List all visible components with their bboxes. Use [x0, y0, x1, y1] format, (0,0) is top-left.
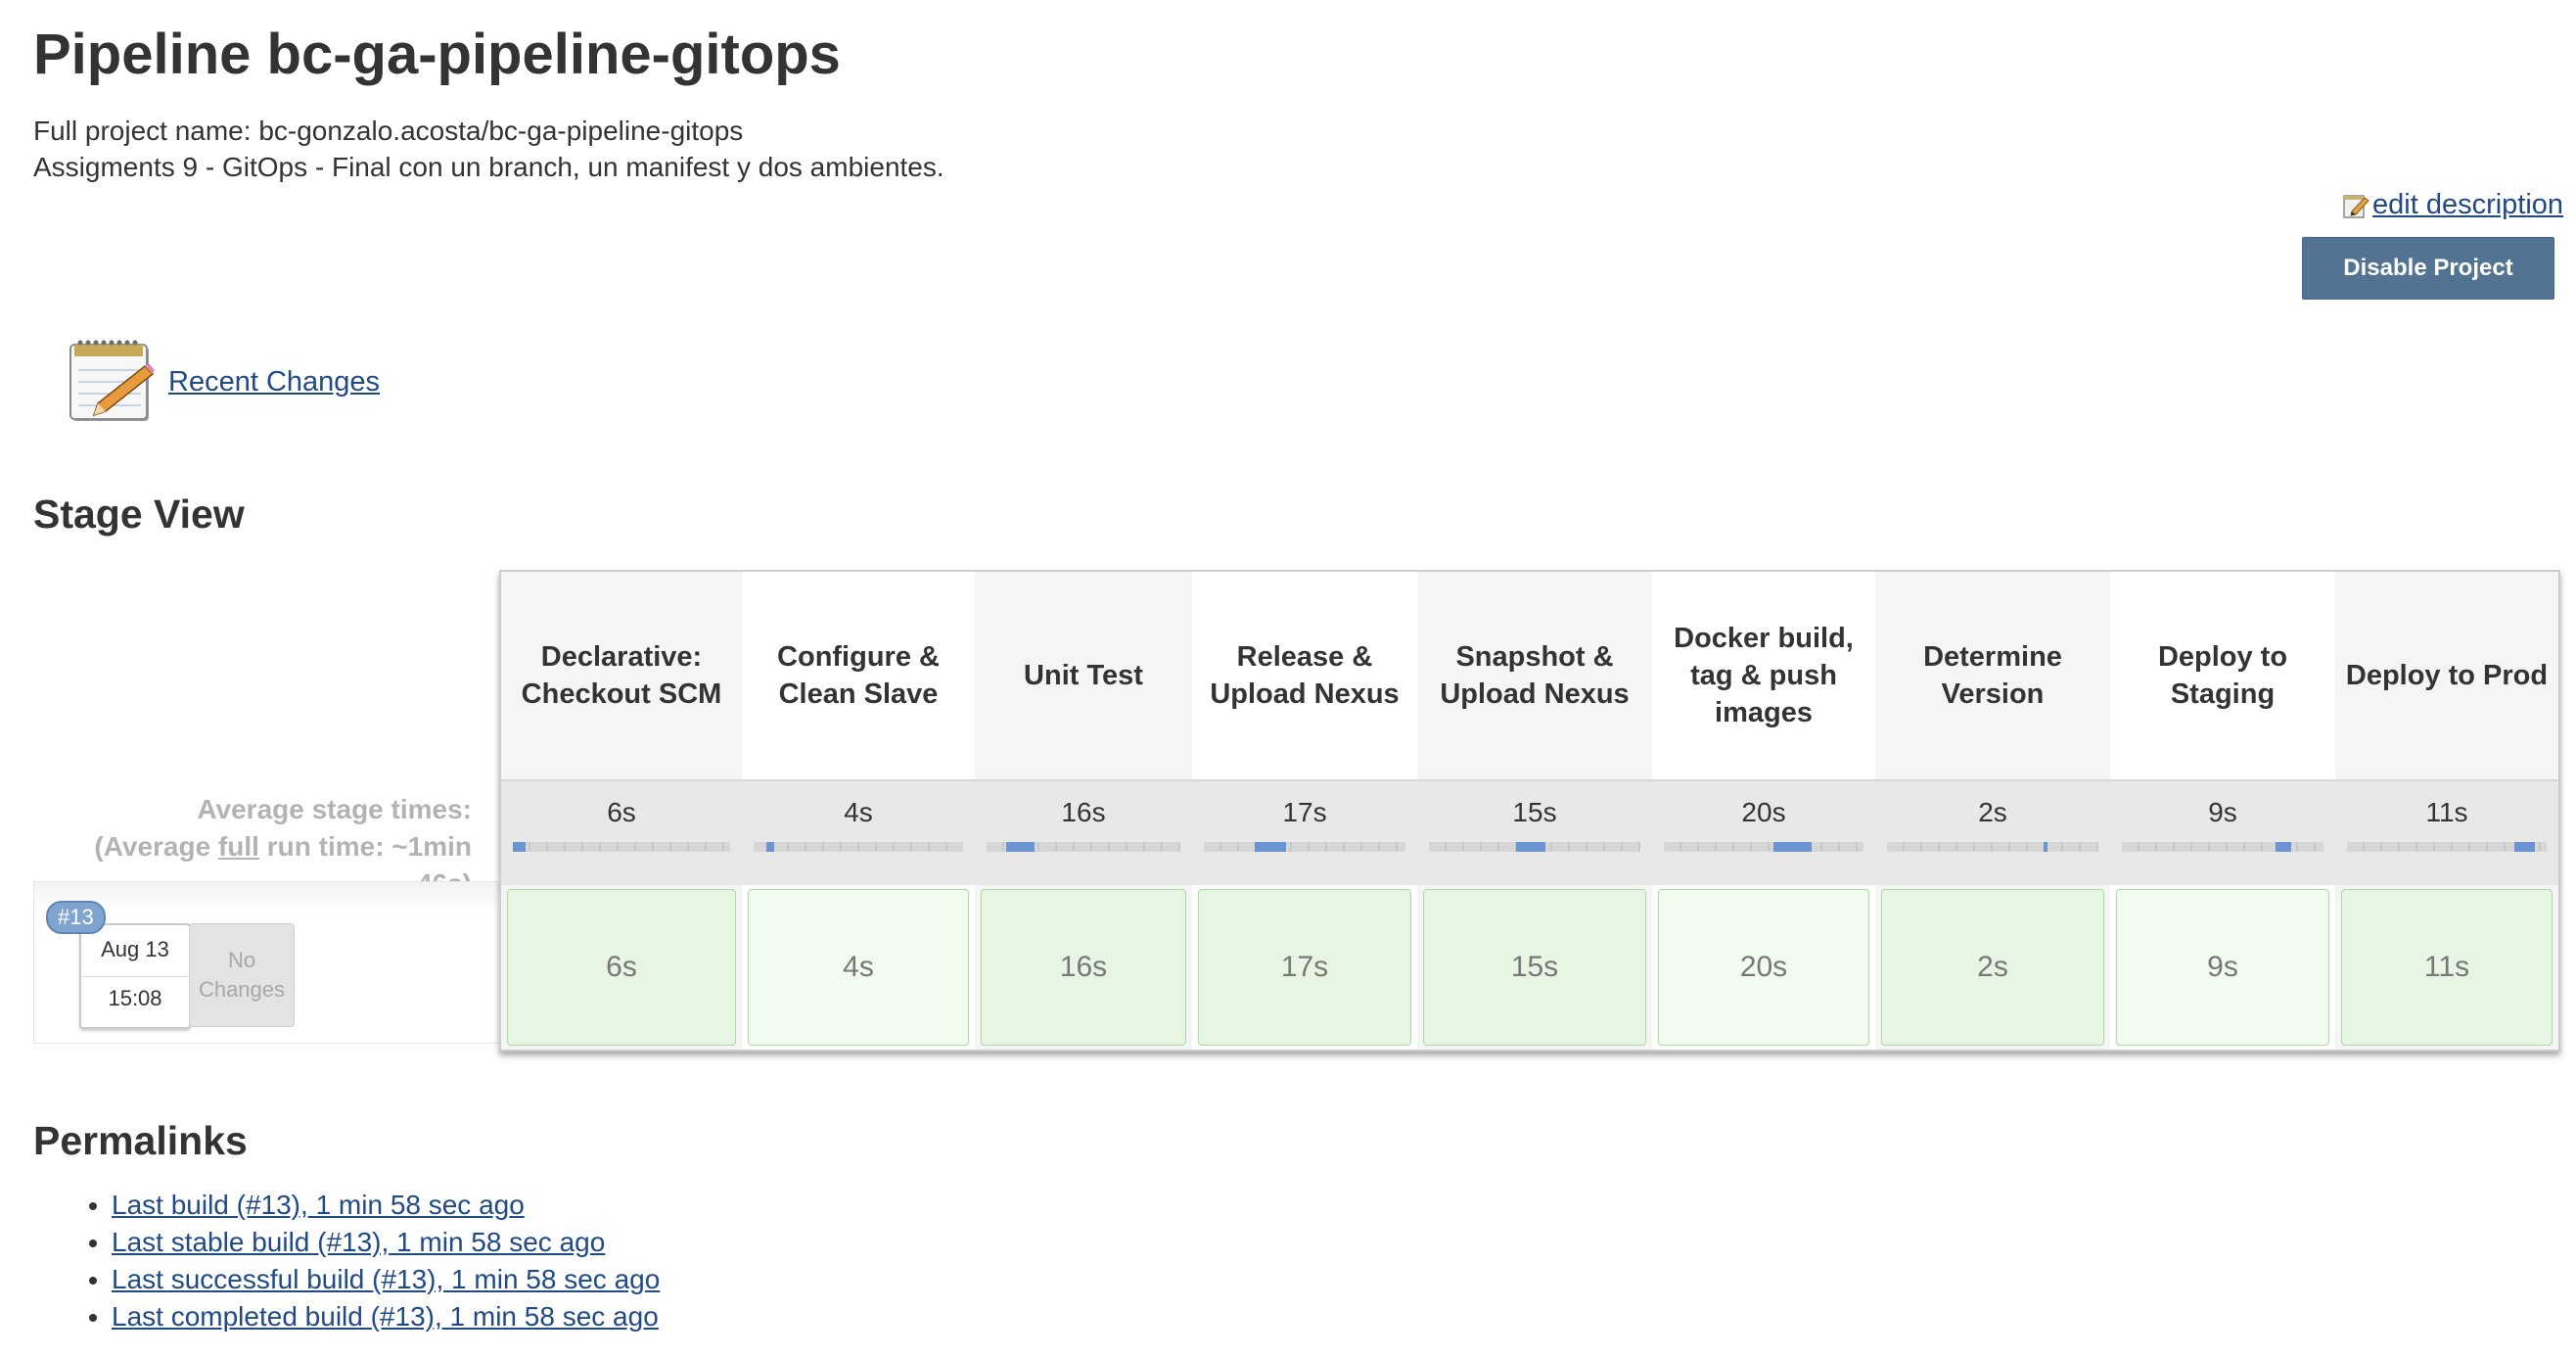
project-description: Assigments 9 - GitOps - Final con un bra…	[33, 152, 944, 182]
stage-view-title: Stage View	[33, 491, 245, 537]
stage-header: Snapshot & Upload Nexus	[1440, 641, 1630, 710]
stage-average-bar-fill	[1254, 842, 1287, 852]
stage-column: Docker build, tag & push images 20s 20s	[1652, 572, 1875, 1050]
permalink-item: Last stable build (#13), 1 min 58 sec ag…	[112, 1224, 660, 1261]
stage-average-bar	[2122, 842, 2323, 852]
stage-average-bar	[754, 842, 963, 852]
stage-average-bar	[1429, 842, 1640, 852]
stage-average-time: 4s	[844, 797, 873, 827]
permalink-item: Last build (#13), 1 min 58 sec ago	[112, 1187, 660, 1224]
stage-average-bar-fill	[765, 842, 775, 852]
stage-column: Configure & Clean Slave 4s 4s	[742, 572, 975, 1050]
recent-changes: Recent Changes	[69, 337, 380, 425]
notepad-icon	[69, 337, 157, 425]
stage-header: Release & Upload Nexus	[1210, 641, 1400, 710]
stage-header: Configure & Clean Slave	[777, 641, 940, 710]
permalinks-title: Permalinks	[33, 1118, 248, 1163]
edit-description-link[interactable]: edit description	[2343, 189, 2563, 221]
stage-average: 15s	[1417, 779, 1652, 885]
build-date: Aug 13	[101, 937, 169, 961]
stage-build-cell[interactable]: 2s	[1881, 889, 2104, 1046]
permalink-last-build[interactable]: Last build (#13), 1 min 58 sec ago	[112, 1190, 525, 1220]
stage-average-bar-fill	[2043, 842, 2048, 852]
stage-header: Unit Test	[1024, 660, 1143, 691]
stage-column: Declarative: Checkout SCM 6s 6s	[501, 572, 742, 1050]
stage-average-bar	[513, 842, 730, 852]
stage-build-cell[interactable]: 11s	[2341, 889, 2553, 1046]
stage-average: 6s	[501, 779, 742, 885]
stage-column: Determine Version 2s 2s	[1875, 572, 2110, 1050]
stage-average-time: 20s	[1741, 797, 1786, 827]
stage-average: 16s	[975, 779, 1192, 885]
stage-average-bar-fill	[1005, 842, 1035, 852]
stage-average-time: 9s	[2208, 797, 2237, 827]
average-run-time-text: run time: ~1min	[258, 831, 472, 862]
stage-average: 2s	[1875, 779, 2110, 885]
permalink-item: Last completed build (#13), 1 min 58 sec…	[112, 1298, 660, 1335]
stage-header: Determine Version	[1923, 641, 2062, 710]
average-stage-times-text: Average stage times:	[197, 794, 472, 824]
stage-header: Deploy to Prod	[2345, 660, 2549, 691]
stage-average-time: 11s	[2425, 797, 2468, 827]
stage-build-cell[interactable]: 20s	[1658, 889, 1869, 1046]
permalink-item: Last successful build (#13), 1 min 58 se…	[112, 1261, 660, 1298]
stage-average-time: 6s	[607, 797, 636, 827]
stage-average-bar-fill	[2275, 842, 2292, 852]
stage-header: Declarative: Checkout SCM	[521, 641, 722, 710]
stage-average: 4s	[742, 779, 975, 885]
recent-changes-link[interactable]: Recent Changes	[168, 366, 380, 398]
stage-table: Declarative: Checkout SCM 6s 6s Configur…	[499, 570, 2560, 1052]
build-number-badge[interactable]: #13	[46, 901, 106, 934]
stage-column: Deploy to Staging 9s 9s	[2110, 572, 2335, 1050]
stage-average-bar	[2347, 842, 2547, 852]
stage-average-bar-fill	[1515, 842, 1545, 852]
stage-build-cell[interactable]: 6s	[507, 889, 736, 1046]
stage-average-time: 2s	[1978, 797, 2007, 827]
stage-average-bar-fill	[513, 842, 527, 852]
build-date-box: Aug 13 15:08	[79, 923, 191, 1029]
stage-average-bar-fill	[1773, 842, 1812, 852]
stage-average-bar	[1887, 842, 2098, 852]
stage-average-bar-fill	[2514, 842, 2535, 852]
permalinks-list: Last build (#13), 1 min 58 sec ago Last …	[76, 1187, 660, 1335]
edit-pencil-icon	[2343, 192, 2370, 219]
permalink-last-stable-build[interactable]: Last stable build (#13), 1 min 58 sec ag…	[112, 1227, 605, 1257]
stage-average: 17s	[1192, 779, 1417, 885]
stage-column: Unit Test 16s 16s	[975, 572, 1192, 1050]
stage-build-cell[interactable]: 9s	[2116, 889, 2329, 1046]
stage-average-time: 16s	[1061, 797, 1106, 827]
stage-average-bar	[1204, 842, 1405, 852]
stage-average-time: 15s	[1512, 797, 1557, 827]
stage-header: Docker build, tag & push images	[1674, 623, 1854, 728]
build-time: 15:08	[108, 986, 162, 1010]
full-project-name: Full project name: bc-gonzalo.acosta/bc-…	[33, 116, 744, 146]
stage-average: 20s	[1652, 779, 1875, 885]
disable-project-button[interactable]: Disable Project	[2302, 237, 2554, 300]
stage-average-time: 17s	[1282, 797, 1327, 827]
edit-description-label: edit description	[2372, 189, 2564, 220]
stage-average-bar	[987, 842, 1180, 852]
stage-average: 11s	[2335, 779, 2558, 885]
stage-column: Deploy to Prod 11s 11s	[2335, 572, 2558, 1050]
stage-average: 9s	[2110, 779, 2335, 885]
stage-build-cell[interactable]: 15s	[1423, 889, 1646, 1046]
permalink-last-successful-build[interactable]: Last successful build (#13), 1 min 58 se…	[112, 1264, 660, 1294]
stage-build-cell[interactable]: 17s	[1198, 889, 1411, 1046]
page-title: Pipeline bc-ga-pipeline-gitops	[33, 23, 841, 86]
permalink-last-completed-build[interactable]: Last completed build (#13), 1 min 58 sec…	[112, 1301, 659, 1332]
stage-header: Deploy to Staging	[2157, 641, 2288, 710]
no-changes-box[interactable]: No Changes	[189, 923, 295, 1027]
stage-build-cell[interactable]: 16s	[981, 889, 1186, 1046]
stage-average-bar	[1664, 842, 1863, 852]
average-full-run-label: full	[217, 831, 259, 862]
stage-build-cell[interactable]: 4s	[748, 889, 969, 1046]
stage-column: Snapshot & Upload Nexus 15s 15s	[1417, 572, 1652, 1050]
stage-column: Release & Upload Nexus 17s 17s	[1192, 572, 1417, 1050]
build-row: #13 Aug 13 15:08 No Changes	[33, 881, 502, 1044]
average-run-time-prefix: (Average	[94, 831, 218, 862]
